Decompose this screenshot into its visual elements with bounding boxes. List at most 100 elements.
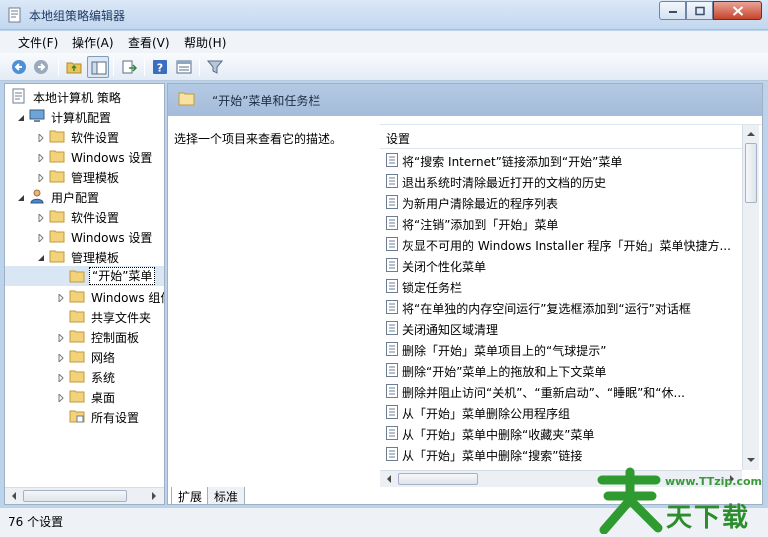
list-item[interactable]: 从「开始」菜单中删除“搜索”链接 (380, 444, 742, 465)
folder-icon (49, 148, 65, 164)
tree-item-cc-admin[interactable]: 管理模板 (5, 166, 164, 186)
scrollbar-thumb[interactable] (398, 473, 478, 485)
list-item[interactable]: 将“在单独的内存空间运行”复选框添加到“运行”对话框 (380, 297, 742, 318)
folder-icon (178, 91, 195, 106)
scroll-left-icon[interactable] (6, 488, 22, 504)
tree-panel[interactable]: 本地计算机 策略 计算机配置 软件设置 Windows 设置 管理模板 用户配置… (4, 83, 165, 505)
properties-icon[interactable] (173, 56, 195, 78)
details-title: “开始”菜单和任务栏 (212, 94, 321, 108)
list-item[interactable]: 将“注销”添加到「开始」菜单 (380, 213, 742, 234)
collapsed-arrow-icon[interactable] (57, 371, 67, 384)
scrollbar-thumb[interactable] (23, 490, 127, 502)
tree-item-uc-windows[interactable]: Windows 设置 (5, 226, 164, 246)
forward-icon[interactable] (30, 56, 52, 78)
tree-horizontal-scrollbar[interactable] (5, 487, 164, 504)
tree-item-cc-windows[interactable]: Windows 设置 (5, 146, 164, 166)
collapsed-arrow-icon[interactable] (37, 131, 47, 144)
tree-item-root[interactable]: 本地计算机 策略 (5, 86, 164, 106)
policy-document-icon (11, 88, 27, 104)
column-header-setting[interactable]: 设置 (380, 125, 742, 149)
folder-icon (69, 328, 85, 344)
scroll-left-icon[interactable] (381, 471, 397, 487)
expanded-arrow-icon[interactable] (37, 251, 47, 261)
list-item[interactable]: 锁定任务栏 (380, 276, 742, 297)
tree-item-cc-software[interactable]: 软件设置 (5, 126, 164, 146)
tree-item-uc-admin[interactable]: 管理模板 (5, 246, 164, 266)
policy-setting-icon (386, 216, 398, 230)
list-item[interactable]: 关闭通知区域清理 (380, 318, 742, 339)
tree-item-desktop[interactable]: 桌面 (5, 386, 164, 406)
show-hide-tree-icon[interactable] (87, 56, 109, 78)
menu-help[interactable]: 帮助(H) (184, 34, 226, 51)
list-item[interactable]: 删除并阻止访问“关机”、“重新启动”、“睡眠”和“休... (380, 381, 742, 402)
tree-item-computer-config[interactable]: 计算机配置 (5, 106, 164, 126)
collapsed-arrow-icon[interactable] (37, 211, 47, 224)
list-item-label: 锁定任务栏 (402, 281, 463, 295)
list-item[interactable]: 将“搜索 Internet”链接添加到“开始”菜单 (380, 150, 742, 171)
list-item[interactable]: 删除“开始”菜单上的拖放和上下文菜单 (380, 360, 742, 381)
scroll-up-icon[interactable] (743, 126, 759, 142)
collapsed-arrow-icon[interactable] (57, 331, 67, 344)
tree-item-network[interactable]: 网络 (5, 346, 164, 366)
policy-setting-icon (386, 153, 398, 167)
collapsed-arrow-icon[interactable] (57, 291, 67, 304)
collapsed-arrow-icon[interactable] (37, 171, 47, 184)
list-item[interactable]: 退出系统时清除最近打开的文档的历史 (380, 171, 742, 192)
scroll-down-icon[interactable] (743, 452, 759, 468)
maximize-button[interactable] (686, 1, 713, 20)
list-item[interactable]: 灰显不可用的 Windows Installer 程序「开始」菜单快捷方... (380, 234, 742, 255)
expanded-arrow-icon[interactable] (17, 111, 27, 121)
tree-item-system[interactable]: 系统 (5, 366, 164, 386)
list-item[interactable]: 关闭个性化菜单 (380, 255, 742, 276)
minimize-button[interactable] (659, 1, 686, 20)
policy-setting-icon (386, 321, 398, 335)
list-item-label: 将“在单独的内存空间运行”复选框添加到“运行”对话框 (402, 302, 691, 316)
expanded-arrow-icon[interactable] (17, 191, 27, 201)
close-button[interactable] (713, 1, 762, 20)
list-item[interactable]: 删除「开始」菜单项目上的“气球提示” (380, 339, 742, 360)
list-item-label: 为新用户清除最近的程序列表 (402, 197, 559, 211)
tree-label: 控制面板 (91, 331, 140, 345)
list-item[interactable]: 从「开始」菜单中删除“收藏夹”菜单 (380, 423, 742, 444)
back-icon[interactable] (8, 56, 30, 78)
menu-view[interactable]: 查看(V) (128, 34, 170, 51)
collapsed-arrow-icon[interactable] (57, 391, 67, 404)
scrollbar-thumb[interactable] (745, 143, 757, 203)
policy-setting-icon (386, 300, 398, 314)
tree-label: 管理模板 (71, 251, 120, 265)
folder-icon (49, 128, 65, 144)
tree-label: Windows 设置 (71, 231, 153, 245)
tree-item-user-config[interactable]: 用户配置 (5, 186, 164, 206)
view-tabs: 扩展 标准 (167, 487, 367, 505)
policy-setting-icon (386, 363, 398, 377)
folder-icon (49, 228, 65, 244)
tree-item-all-settings[interactable]: 所有设置 (5, 406, 164, 426)
tree-item-control-panel[interactable]: 控制面板 (5, 326, 164, 346)
filter-icon[interactable] (204, 56, 226, 78)
tree-item-windows-components[interactable]: Windows 组件 (5, 286, 164, 306)
list-item[interactable]: 为新用户清除最近的程序列表 (380, 192, 742, 213)
tree-item-shared-folders[interactable]: 共享文件夹 (5, 306, 164, 326)
list-vertical-scrollbar[interactable] (742, 125, 759, 470)
menu-action[interactable]: 操作(A) (72, 34, 114, 51)
collapsed-arrow-icon[interactable] (37, 231, 47, 244)
policy-setting-icon (386, 405, 398, 419)
menu-file[interactable]: 文件(F) (18, 34, 58, 51)
policy-setting-icon (386, 447, 398, 461)
up-folder-icon[interactable] (63, 56, 85, 78)
collapsed-arrow-icon[interactable] (37, 151, 47, 164)
help-icon[interactable]: ? (149, 56, 171, 78)
title-bar[interactable]: 本地组策略编辑器 (0, 0, 768, 30)
toolbar-separator (113, 58, 114, 76)
tree-item-uc-software[interactable]: 软件设置 (5, 206, 164, 226)
policy-setting-icon (386, 237, 398, 251)
settings-list[interactable]: 设置 将“搜索 Internet”链接添加到“开始”菜单 退出系统时清除最近打开的… (380, 124, 762, 487)
tree-item-start-menu[interactable]: “开始”菜单 (5, 266, 164, 286)
tab-extended[interactable]: 扩展 (171, 487, 210, 505)
scroll-right-icon[interactable] (146, 488, 162, 504)
export-list-icon[interactable] (118, 56, 140, 78)
list-item[interactable]: 从「开始」菜单删除公用程序组 (380, 402, 742, 423)
tab-standard[interactable]: 标准 (207, 487, 246, 505)
collapsed-arrow-icon[interactable] (57, 351, 67, 364)
window-title: 本地组策略编辑器 (29, 9, 126, 23)
